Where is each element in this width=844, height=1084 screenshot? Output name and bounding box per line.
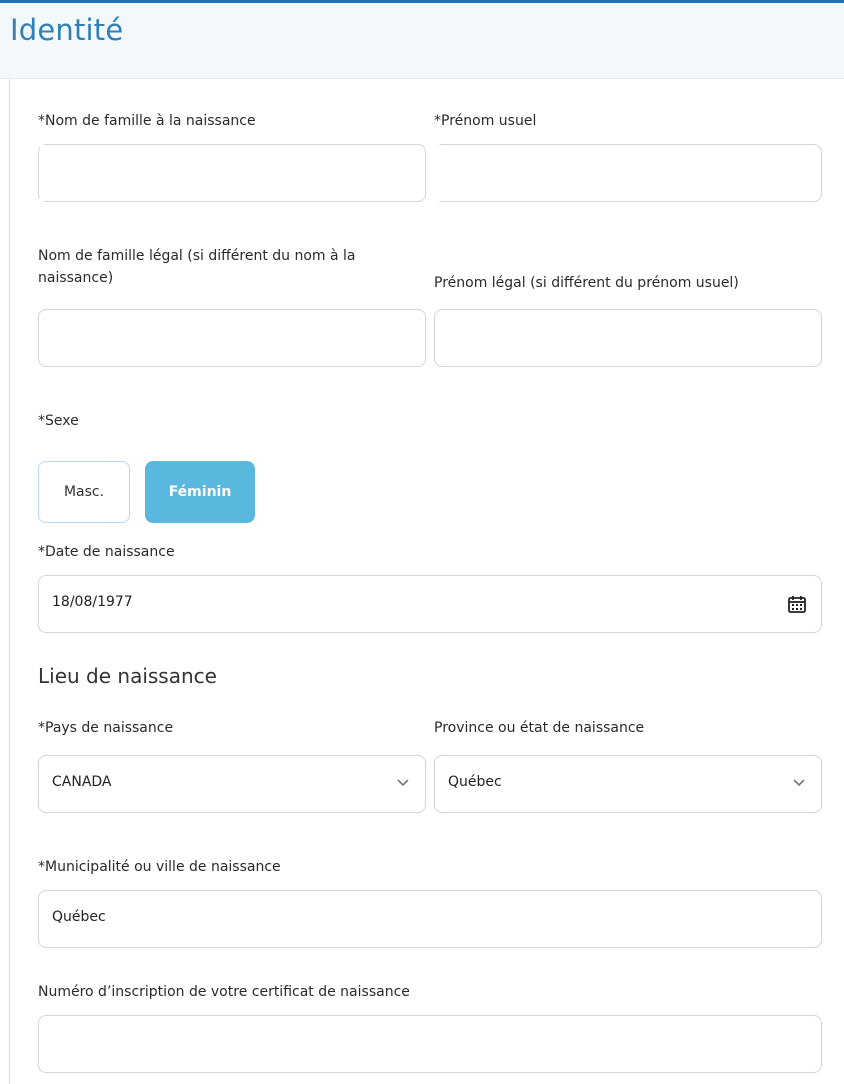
redaction-mark bbox=[40, 145, 115, 201]
birth-certificate-number-field[interactable] bbox=[38, 1015, 822, 1073]
identity-header: Identité bbox=[0, 3, 844, 79]
birth-province-label: Province ou état de naissance bbox=[434, 720, 645, 736]
sex-option-feminine[interactable]: Féminin bbox=[145, 461, 255, 523]
left-border-line bbox=[9, 79, 10, 1084]
birth-country-value: CANADA bbox=[52, 774, 112, 790]
birth-country-label: *Pays de naissance bbox=[38, 720, 174, 736]
birth-city-field[interactable]: Québec bbox=[38, 890, 822, 948]
sex-option-masculine[interactable]: Masc. bbox=[38, 461, 130, 523]
birth-date-value: 18/08/1977 bbox=[52, 594, 133, 610]
sex-label: *Sexe bbox=[38, 413, 79, 429]
birth-place-section-title: Lieu de naissance bbox=[38, 664, 217, 688]
birth-last-name-label: *Nom de famille à la naissance bbox=[38, 113, 256, 129]
legal-first-name-label: Prénom légal (si différent du prénom usu… bbox=[434, 275, 739, 291]
redaction-mark bbox=[426, 145, 521, 201]
legal-last-name-label: Nom de famille légal (si différent du no… bbox=[38, 248, 356, 286]
birth-certificate-number-label: Numéro d’inscription de votre certificat… bbox=[38, 984, 410, 1000]
chevron-down-icon[interactable] bbox=[791, 774, 807, 790]
birth-date-field[interactable]: 18/08/1977 bbox=[38, 575, 822, 633]
birth-province-value: Québec bbox=[448, 774, 502, 790]
usual-first-name-label: *Prénom usuel bbox=[434, 113, 537, 129]
birth-date-label: *Date de naissance bbox=[38, 544, 175, 560]
chevron-down-icon[interactable] bbox=[395, 774, 411, 790]
birth-city-value: Québec bbox=[52, 909, 106, 925]
page-title: Identité bbox=[10, 13, 124, 47]
birth-country-select[interactable]: CANADA bbox=[38, 755, 426, 813]
legal-first-name-field[interactable] bbox=[434, 309, 822, 367]
birth-city-label: *Municipalité ou ville de naissance bbox=[38, 859, 281, 875]
birth-province-select[interactable]: Québec bbox=[434, 755, 822, 813]
legal-last-name-field[interactable] bbox=[38, 309, 426, 367]
identity-form-page: Identité *Nom de famille à la naissance … bbox=[0, 0, 844, 1084]
calendar-icon[interactable] bbox=[787, 594, 807, 614]
